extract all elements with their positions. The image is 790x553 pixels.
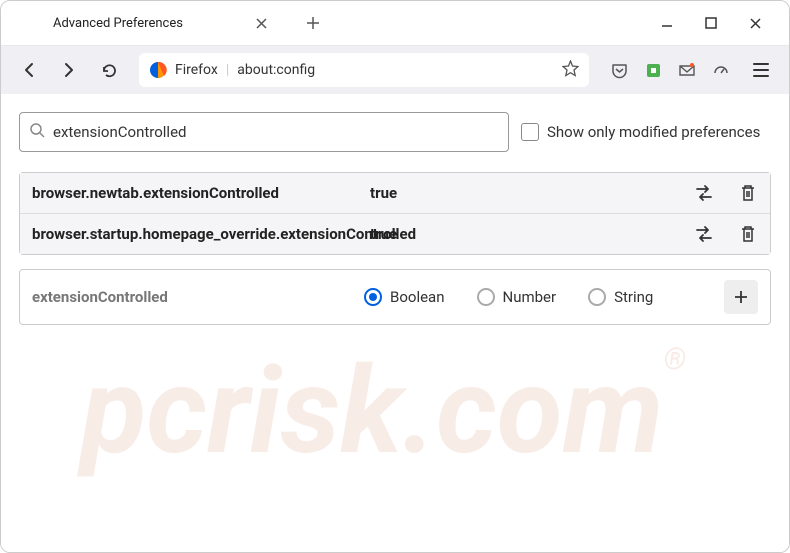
- toggle-icon[interactable]: [694, 224, 714, 244]
- delete-icon[interactable]: [738, 224, 758, 244]
- browser-tab[interactable]: Advanced Preferences: [41, 5, 281, 41]
- radio-icon: [477, 288, 495, 306]
- search-input[interactable]: [53, 123, 498, 141]
- content-area: pcrisk.com® Show only modified preferenc…: [1, 94, 789, 552]
- checkbox-label: Show only modified preferences: [547, 123, 760, 141]
- table-row: browser.startup.homepage_override.extens…: [20, 214, 770, 254]
- forward-button[interactable]: [53, 54, 85, 86]
- menu-button[interactable]: [745, 54, 777, 86]
- preferences-list: browser.newtab.extensionControlled true …: [19, 172, 771, 255]
- watermark: pcrisk.com®: [81, 342, 749, 482]
- close-window-button[interactable]: [745, 13, 765, 33]
- minimize-button[interactable]: [657, 13, 677, 33]
- checkbox-icon[interactable]: [521, 123, 539, 141]
- dashboard-icon[interactable]: [711, 60, 731, 80]
- radio-boolean[interactable]: Boolean: [364, 288, 445, 306]
- firefox-icon: [149, 61, 167, 79]
- search-icon: [30, 123, 45, 142]
- add-button[interactable]: [724, 280, 758, 314]
- search-row: Show only modified preferences: [19, 112, 771, 152]
- pref-name: browser.newtab.extensionControlled: [32, 184, 362, 202]
- radio-label: Boolean: [390, 288, 445, 306]
- pocket-icon[interactable]: [609, 60, 629, 80]
- mail-icon[interactable]: [677, 60, 697, 80]
- pref-actions: [694, 224, 758, 244]
- radio-icon: [364, 288, 382, 306]
- radio-icon: [588, 288, 606, 306]
- extension-icon[interactable]: [643, 60, 663, 80]
- new-pref-name: extensionControlled: [32, 288, 352, 306]
- tab-title: Advanced Preferences: [53, 16, 245, 31]
- table-row: browser.newtab.extensionControlled true: [20, 173, 770, 214]
- url-text: about:config: [237, 62, 554, 78]
- radio-string[interactable]: String: [588, 288, 653, 306]
- search-box[interactable]: [19, 112, 509, 152]
- maximize-button[interactable]: [701, 13, 721, 33]
- titlebar: Advanced Preferences: [1, 1, 789, 46]
- pref-actions: [694, 183, 758, 203]
- url-bar[interactable]: Firefox | about:config: [139, 53, 589, 87]
- pref-name: browser.startup.homepage_override.extens…: [32, 225, 362, 243]
- delete-icon[interactable]: [738, 183, 758, 203]
- new-tab-button[interactable]: [299, 11, 327, 35]
- pref-value: true: [370, 184, 686, 202]
- url-brand-label: Firefox: [175, 62, 218, 78]
- radio-label: String: [614, 288, 653, 306]
- url-divider: |: [226, 62, 229, 78]
- toggle-icon[interactable]: [694, 183, 714, 203]
- radio-label: Number: [503, 288, 557, 306]
- pref-value: true: [370, 225, 686, 243]
- radio-number[interactable]: Number: [477, 288, 557, 306]
- new-preference-row: extensionControlled Boolean Number Strin…: [19, 269, 771, 325]
- toolbar-icons: [603, 60, 737, 80]
- modified-only-checkbox[interactable]: Show only modified preferences: [521, 123, 760, 141]
- reload-button[interactable]: [93, 54, 125, 86]
- nav-toolbar: Firefox | about:config: [1, 46, 789, 94]
- back-button[interactable]: [13, 54, 45, 86]
- type-radio-group: Boolean Number String: [364, 288, 712, 306]
- close-tab-icon[interactable]: [253, 15, 269, 31]
- bookmark-star-icon[interactable]: [562, 60, 579, 81]
- browser-window: Advanced Preferences: [0, 0, 790, 553]
- window-controls: [657, 13, 789, 33]
